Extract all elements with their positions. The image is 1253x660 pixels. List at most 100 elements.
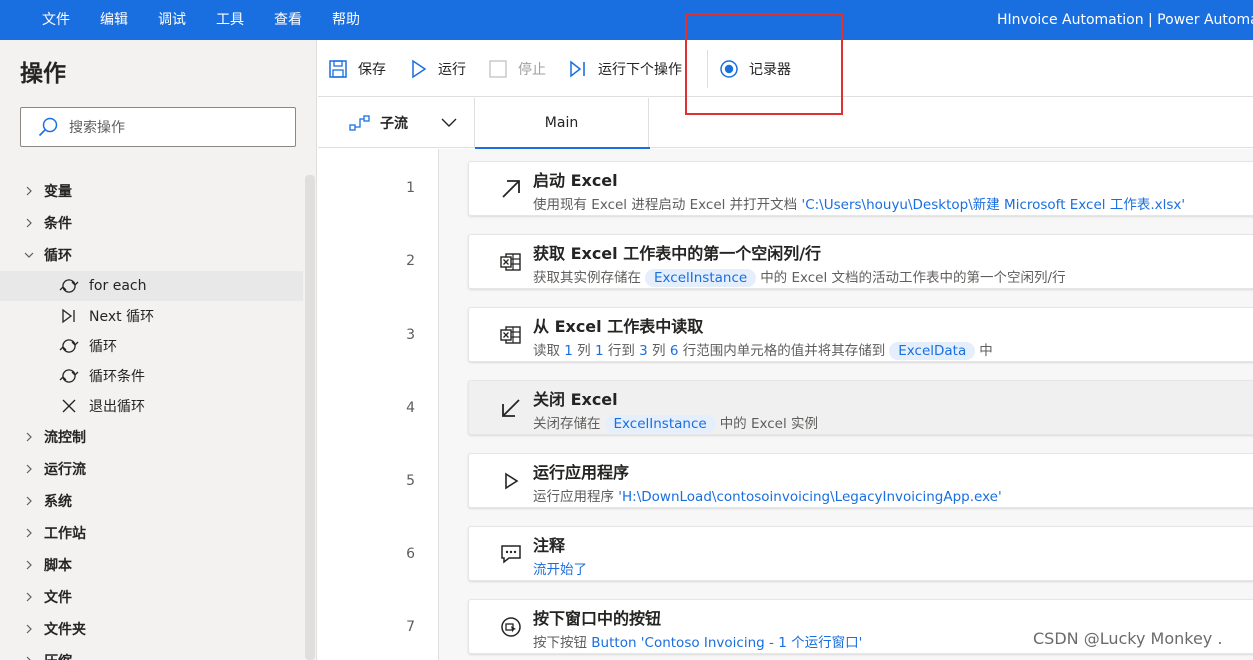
press-button-icon [501,617,521,637]
desc-text: 按下按钮 [533,635,592,651]
panel-title: 操作 [20,61,66,87]
action-label: 循环 [89,339,117,355]
chevron-right-icon [26,464,32,474]
category-label: 脚本 [44,558,72,574]
watermark: CSDN @Lucky Monkey . [1033,629,1223,648]
step-number: 3 [406,327,415,343]
stop-label: 停止 [518,61,546,78]
desc-value: 'H:\DownLoad\contosoinvoicing\LegacyInvo… [618,489,1002,505]
menu-file[interactable]: 文件 [42,0,70,40]
category-variables[interactable]: 变量 [0,175,303,207]
category-file[interactable]: 文件 [0,581,303,613]
desc-value: 1 [564,343,573,359]
action-next-loop[interactable]: Next 循环 [0,301,303,331]
stop-icon [489,59,507,78]
step-title: 注释 [533,536,566,555]
action-loop-condition[interactable]: 循环条件 [0,361,303,391]
menu-view[interactable]: 查看 [274,0,302,40]
play-icon [412,59,427,78]
step-description: 读取 1 列 1 行到 3 列 6 行范围内单元格的值并将其存储到 ExcelDa… [533,339,993,360]
chevron-right-icon [26,560,32,570]
menu-edit[interactable]: 编辑 [100,0,128,40]
category-conditions[interactable]: 条件 [0,207,303,239]
tab-main-label: Main [544,115,579,131]
menu-help[interactable]: 帮助 [332,0,360,40]
category-compression[interactable]: 压缩 [0,645,303,660]
step-next-icon [570,59,585,78]
save-button[interactable]: 保存 [328,40,386,97]
chevron-right-icon [26,186,32,196]
subflow-icon [349,115,370,131]
run-next-label: 运行下个操作 [598,61,682,78]
action-for-each[interactable]: for each [0,271,303,301]
save-label: 保存 [358,61,386,78]
chevron-down-icon [24,252,34,258]
variable-chip[interactable]: ExcelInstance [645,269,757,287]
step-description: 按下按钮 Button 'Contoso Invoicing - 1 个运行窗口… [533,631,862,651]
excel-icon [500,326,521,344]
action-label: Next 循环 [89,309,155,325]
menu-debug[interactable]: 调试 [158,0,186,40]
action-step-close-excel[interactable]: 关闭 Excel 关闭存储在 ExcelInstance 中的 Excel 实例 [468,380,1253,435]
step-description: 关闭存储在 ExcelInstance 中的 Excel 实例 [533,412,818,433]
action-step-launch-excel[interactable]: 启动 Excel 使用现有 Excel 进程启动 Excel 并打开文档 'C:… [468,161,1253,216]
category-label: 系统 [44,494,72,510]
desc-text: 使用现有 Excel 进程启动 Excel 并打开文档 [533,197,802,213]
chevron-down-icon[interactable] [440,115,458,131]
excel-icon [500,253,521,271]
step-title: 关闭 Excel [533,390,618,409]
action-exit-loop[interactable]: 退出循环 [0,391,303,421]
flow-canvas: 1 启动 Excel 使用现有 Excel 进程启动 Excel 并打开文档 '… [318,149,1253,660]
run-next-action-button[interactable]: 运行下个操作 [568,40,682,97]
category-folder[interactable]: 文件夹 [0,613,303,645]
action-step-comment[interactable]: 注释 流开始了 [468,526,1253,581]
title-bar: 文件 编辑 调试 工具 查看 帮助 HInvoice Automation | … [0,0,1253,40]
category-label: 文件夹 [44,622,86,638]
category-scripting[interactable]: 脚本 [0,549,303,581]
category-flow-control[interactable]: 流控制 [0,421,303,453]
step-title: 获取 Excel 工作表中的第一个空闲列/行 [533,244,822,263]
save-icon [329,59,347,78]
desc-value: 流开始了 [533,562,587,578]
category-system[interactable]: 系统 [0,485,303,517]
step-number: 2 [406,253,415,269]
tab-main[interactable]: Main [474,98,650,149]
action-loop[interactable]: 循环 [0,331,303,361]
recorder-highlight-box [685,13,843,115]
desc-text: 运行应用程序 [533,489,619,505]
play-icon [505,472,519,490]
menu-tools[interactable]: 工具 [216,0,244,40]
step-number: 6 [406,546,415,562]
desc-value: Button 'Contoso Invoicing - 1 个运行窗口' [591,635,863,651]
step-description: 流开始了 [533,558,587,578]
step-title: 按下窗口中的按钮 [533,609,662,628]
desc-text: 中的 Excel 实例 [719,416,819,432]
category-label: 文件 [44,590,72,606]
panel-scrollbar[interactable] [305,175,315,660]
step-title: 启动 Excel [533,171,618,190]
category-label: 工作站 [44,526,86,542]
step-description: 使用现有 Excel 进程启动 Excel 并打开文档 'C:\Users\ho… [533,193,1185,213]
chevron-right-icon [26,592,32,602]
category-loops[interactable]: 循环 [0,239,303,271]
loop-icon [58,276,80,296]
action-step-get-first-free[interactable]: 获取 Excel 工作表中的第一个空闲列/行 获取其实例存储在 ExcelInst… [468,234,1253,289]
search-icon [38,117,58,137]
action-step-read-excel[interactable]: 从 Excel 工作表中读取 读取 1 列 1 行到 3 列 6 行范围内单元格… [468,307,1253,362]
desc-text: 列 [572,343,595,359]
category-label: 循环 [44,248,72,264]
category-run-flow[interactable]: 运行流 [0,453,303,485]
category-workstation[interactable]: 工作站 [0,517,303,549]
action-step-run-application[interactable]: 运行应用程序 运行应用程序 'H:\DownLoad\contosoinvoic… [468,453,1253,508]
action-label: 循环条件 [89,369,145,385]
loop-icon [58,366,80,386]
chevron-right-icon [26,496,32,506]
subflows-dropdown[interactable]: 子流 [348,98,408,148]
step-title: 从 Excel 工作表中读取 [533,317,704,336]
variable-chip[interactable]: ExcelInstance [604,415,716,433]
search-input[interactable]: 搜索操作 [20,107,296,147]
run-button[interactable]: 运行 [410,40,466,97]
variable-chip[interactable]: ExcelData [889,342,976,360]
step-description: 运行应用程序 'H:\DownLoad\contosoinvoicing\Leg… [533,485,1002,505]
stop-button[interactable]: 停止 [488,40,546,97]
